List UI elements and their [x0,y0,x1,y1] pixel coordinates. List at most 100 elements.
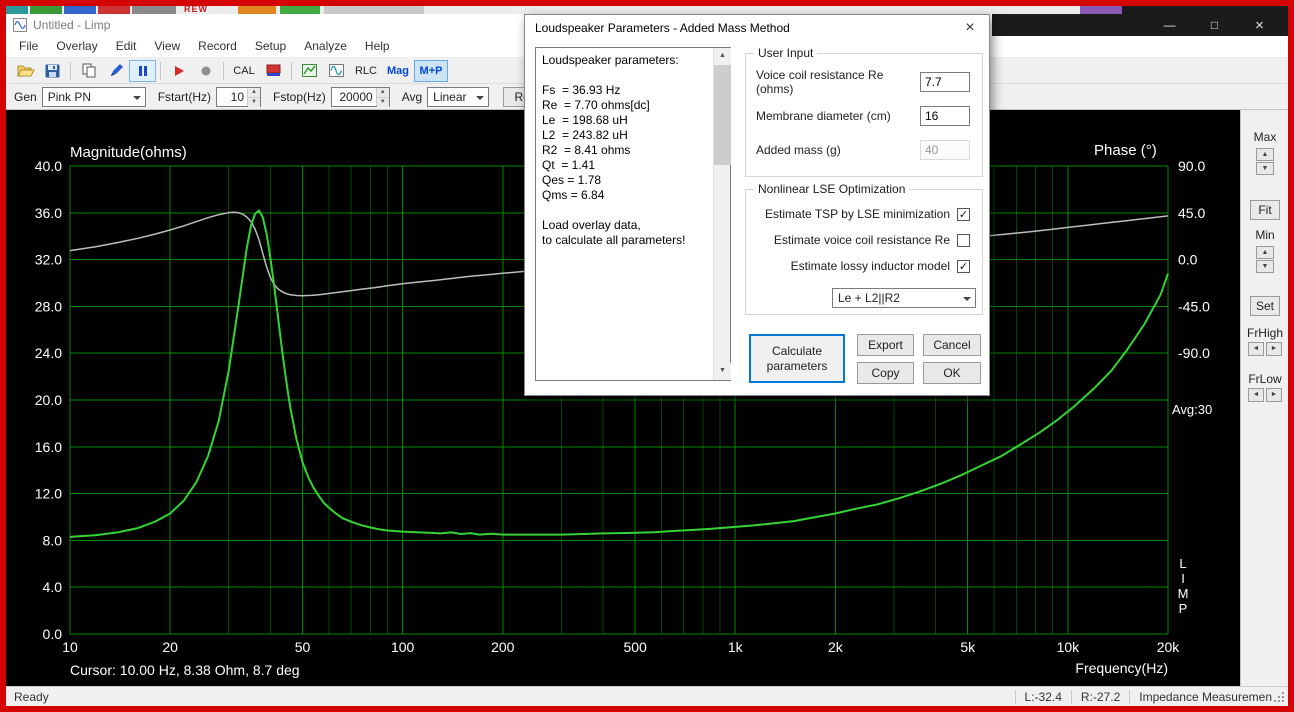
mag-tick-label: 8.0 [43,532,63,548]
parameter-line: R2 = 8.41 ohms [542,143,710,158]
mag-phase-view-button[interactable]: M+P [414,60,448,82]
pause-button[interactable] [129,60,156,82]
parameters-listbox[interactable]: Loudspeaker parameters: Fs = 36.93 Hz Re… [535,47,731,381]
cal-button[interactable]: CAL [228,60,260,82]
spin-down-icon[interactable]: ▼ [248,97,260,107]
pause-icon [137,65,149,77]
estimate-re-checkbox[interactable] [957,234,970,247]
mag-tick-label: 20.0 [35,392,62,408]
pen-icon [109,64,123,78]
fstart-stepper[interactable]: 10 ▲▼ [216,87,261,107]
membrane-diameter-input[interactable] [920,106,970,126]
spectrum-button[interactable] [296,60,323,82]
menu-item-analyze[interactable]: Analyze [295,36,356,57]
toolbar-separator [291,62,292,80]
fstart-spin-arrows[interactable]: ▲▼ [247,88,260,106]
parameter-line [542,203,710,218]
status-separator [1015,690,1016,704]
parameter-line: Load overlay data, [542,218,710,233]
user-input-group: User Input Voice coil resistance Re (ohm… [745,53,983,177]
frhigh-right-button[interactable]: ► [1266,342,1282,356]
averaging-select[interactable]: Linear [427,87,489,107]
generator-type-select[interactable]: Pink PN [42,87,146,107]
frlow-left-button[interactable]: ◄ [1248,388,1264,402]
menu-item-record[interactable]: Record [189,36,246,57]
scroll-down-icon[interactable]: ▼ [714,363,731,380]
generator-button[interactable] [260,60,287,82]
calculate-parameters-button[interactable]: Calculate parameters [749,334,845,383]
fit-button[interactable]: Fit [1250,200,1280,220]
menu-item-overlay[interactable]: Overlay [47,36,106,57]
re-input[interactable] [920,72,970,92]
x-axis-title: Frequency(Hz) [1046,660,1168,676]
window-title: Untitled - Limp [33,18,110,32]
mag-tick-label: 4.0 [43,579,63,595]
phase-tick-label: -90.0 [1178,345,1210,361]
user-input-group-title: User Input [754,46,817,60]
lossy-inductor-checkbox[interactable]: ✓ [957,260,970,273]
play-button[interactable] [165,60,192,82]
listbox-scrollbar[interactable]: ▲ ▼ [713,48,730,380]
ok-button[interactable]: OK [923,362,981,384]
gen-label: Gen [14,90,37,104]
spin-down-icon[interactable]: ▼ [377,97,389,107]
mag-view-button[interactable]: Mag [382,60,414,82]
menu-item-setup[interactable]: Setup [246,36,295,57]
background-app-fragment [132,6,176,14]
spectrum-icon [302,64,317,77]
set-button[interactable]: Set [1250,296,1280,316]
spin-up-icon[interactable]: ▲ [248,88,260,97]
inductor-model-select[interactable]: Le + L2||R2 [832,288,976,308]
scale-control-panel: Max ▲ ▼ Fit Min ▲ ▼ Set FrHigh ◄ ► FrLow… [1240,110,1288,686]
dialog-title-bar[interactable]: Loudspeaker Parameters - Added Mass Meth… [525,15,989,41]
menu-item-file[interactable]: File [10,36,47,57]
parameter-line: Qt = 1.41 [542,158,710,173]
frhigh-left-button[interactable]: ◄ [1248,342,1264,356]
scrollbar-thumb[interactable] [714,65,731,165]
resize-grip[interactable] [1282,700,1284,702]
scroll-up-icon[interactable]: ▲ [714,48,731,65]
lse-group-title: Nonlinear LSE Optimization [754,182,909,196]
copy-button[interactable] [75,60,102,82]
rlc-button[interactable]: RLC [350,60,382,82]
parameter-line: Le = 198.68 uH [542,113,710,128]
fstop-spin-arrows[interactable]: ▲▼ [376,88,389,106]
parameter-line: Fs = 36.93 Hz [542,83,710,98]
dialog-close-button[interactable]: × [955,15,985,41]
min-increase-button[interactable]: ▲ [1256,246,1274,259]
open-file-button[interactable] [12,60,39,82]
export-button[interactable]: Export [857,334,914,356]
min-label: Min [1241,228,1289,242]
max-increase-button[interactable]: ▲ [1256,148,1274,161]
mag-tick-label: 36.0 [35,205,62,221]
limp-letter: P [1177,601,1189,616]
cancel-button[interactable]: Cancel [923,334,981,356]
status-separator [1071,690,1072,704]
menu-item-edit[interactable]: Edit [107,36,146,57]
minimize-button[interactable]: — [1147,14,1192,36]
toolbar-separator [160,62,161,80]
save-icon [45,64,60,78]
min-decrease-button[interactable]: ▼ [1256,260,1274,273]
spin-up-icon[interactable]: ▲ [377,88,389,97]
fstop-stepper[interactable]: 20000 ▲▼ [331,87,390,107]
edit-pen-button[interactable] [102,60,129,82]
app-window: REW Untitled - Limp — □ × File Overlay E… [6,6,1288,706]
maximize-button[interactable]: □ [1192,14,1237,36]
save-button[interactable] [39,60,66,82]
estimate-tsp-label: Estimate TSP by LSE minimization [765,207,950,221]
avg-count-readout: Avg:30 [1172,402,1212,417]
close-button[interactable]: × [1237,14,1282,36]
oscilloscope-button[interactable] [323,60,350,82]
frlow-right-button[interactable]: ► [1266,388,1282,402]
record-button[interactable] [192,60,219,82]
menu-item-help[interactable]: Help [356,36,399,57]
averaging-value: Linear [433,90,466,104]
loudspeaker-parameters-dialog: Loudspeaker Parameters - Added Mass Meth… [524,14,990,396]
estimate-tsp-checkbox[interactable]: ✓ [957,208,970,221]
max-decrease-button[interactable]: ▼ [1256,162,1274,175]
menu-item-view[interactable]: View [145,36,189,57]
parameters-text: Loudspeaker parameters: Fs = 36.93 Hz Re… [542,53,710,248]
copy-button[interactable]: Copy [857,362,914,384]
frlow-label: FrLow [1241,372,1289,386]
